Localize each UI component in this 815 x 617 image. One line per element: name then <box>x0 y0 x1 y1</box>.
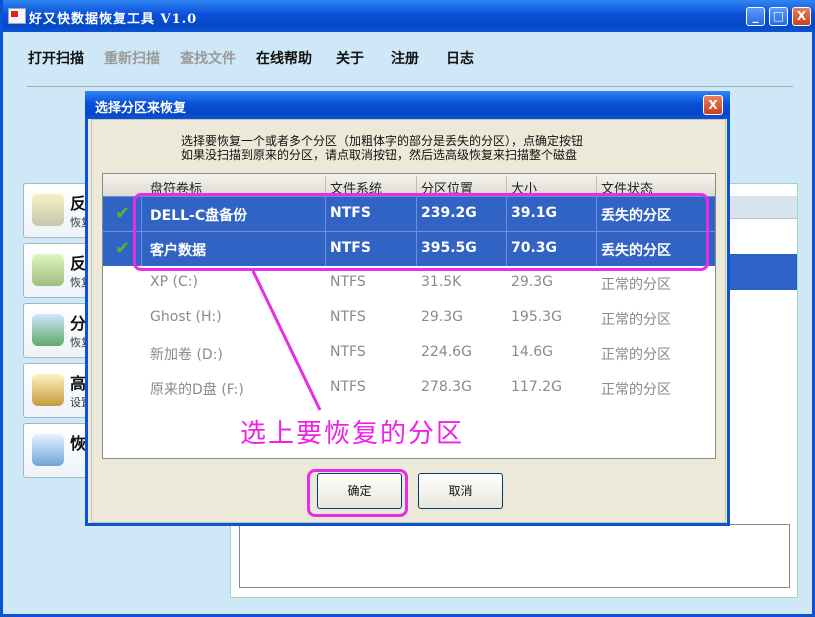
annotation-arrow <box>251 270 322 411</box>
annotation-text: 选上要恢复的分区 <box>240 419 465 449</box>
